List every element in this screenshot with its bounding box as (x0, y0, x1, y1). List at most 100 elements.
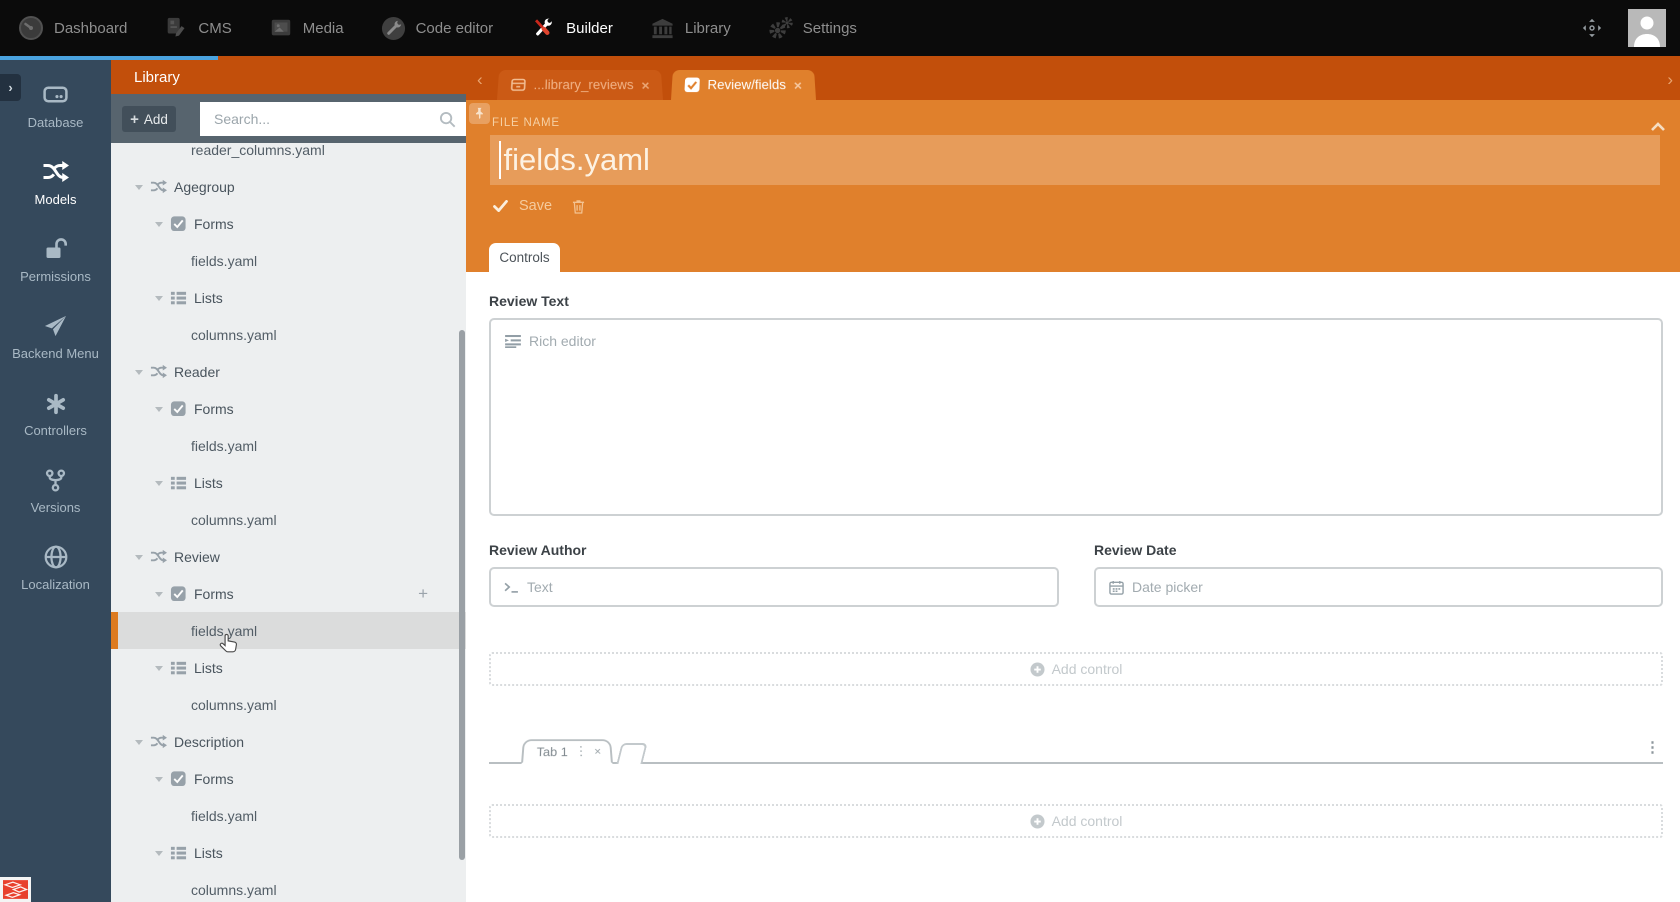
tree-node-lists[interactable]: Lists (111, 649, 466, 686)
tree-node-lists[interactable]: Lists (111, 279, 466, 316)
close-tab-icon[interactable]: × (794, 77, 803, 92)
close-tab-icon[interactable]: × (641, 77, 650, 92)
review-author-field[interactable]: Text (489, 567, 1059, 607)
nav-item-media[interactable]: Media (269, 16, 344, 40)
sidebar-expand-button[interactable]: › (0, 74, 21, 101)
tree-file-columns-yaml[interactable]: columns.yaml (111, 871, 466, 902)
tree-file-fields-yaml[interactable]: fields.yaml (111, 797, 466, 834)
caret-down-icon[interactable] (155, 407, 163, 416)
save-button[interactable]: Save (519, 198, 552, 214)
library-panel-title: Library (111, 60, 466, 94)
review-date-field[interactable]: Date picker (1094, 567, 1663, 607)
text-caret (499, 141, 501, 179)
sidebar-item-versions[interactable]: Versions (0, 465, 111, 542)
caret-down-icon[interactable] (155, 592, 163, 601)
checkbox-icon (685, 78, 700, 93)
pin-icon[interactable] (469, 103, 490, 124)
avatar[interactable] (1628, 9, 1666, 47)
database-icon (42, 80, 69, 108)
form-tabs-strip: Tab 1 ⋮ × ⋮ (489, 736, 1663, 764)
lock-icon (43, 234, 69, 262)
tree-file-columns-yaml[interactable]: columns.yaml (111, 686, 466, 723)
tree-node-forms[interactable]: Forms (111, 760, 466, 797)
sidebar-item-localization[interactable]: Localization (0, 542, 111, 619)
editor-tab-review-fields[interactable]: Review/fields × (671, 70, 816, 100)
tree-node-forms[interactable]: Forms (111, 205, 466, 242)
add-file-icon[interactable]: + (418, 584, 428, 604)
caret-down-icon[interactable] (135, 555, 143, 564)
close-form-tab-icon[interactable]: × (594, 745, 602, 758)
caret-down-icon[interactable] (135, 185, 143, 194)
nav-item-settings[interactable]: Settings (768, 16, 857, 41)
tree-node-description[interactable]: Description (111, 723, 466, 760)
builder-icon (530, 15, 556, 41)
caret-down-icon[interactable] (155, 666, 163, 675)
save-row: Save (493, 198, 585, 214)
cms-icon (164, 16, 188, 40)
caret-down-icon[interactable] (135, 740, 143, 749)
tree-node-lists[interactable]: Lists (111, 464, 466, 501)
model-icon (150, 363, 167, 380)
tab-options-icon[interactable]: ⋮ (1645, 738, 1660, 756)
tree-file-columns-yaml[interactable]: columns.yaml (111, 501, 466, 538)
caret-down-icon[interactable] (155, 222, 163, 231)
model-icon (150, 548, 167, 565)
drag-handle-icon[interactable]: ⋮ (575, 744, 588, 759)
sidebar-item-controllers[interactable]: Controllers (0, 388, 111, 465)
tree-file-fields-yaml[interactable]: fields.yaml (111, 427, 466, 464)
caret-down-icon[interactable] (155, 851, 163, 860)
move-icon[interactable] (1582, 18, 1602, 38)
caret-down-icon[interactable] (155, 296, 163, 305)
caret-down-icon[interactable] (135, 370, 143, 379)
review-text-field[interactable]: Rich editor (489, 318, 1663, 516)
library-icon (650, 16, 675, 41)
sidebar-item-models[interactable]: Models (0, 157, 111, 234)
sidebar-item-permissions[interactable]: Permissions (0, 234, 111, 311)
add-control-button[interactable]: Add control (489, 652, 1663, 686)
nav-right-area (1582, 9, 1680, 47)
globe-icon (43, 542, 69, 570)
add-control-button-2[interactable]: Add control (489, 804, 1663, 838)
editor-tabstrip: ‹ ...library_reviews × Review/fields × › (466, 60, 1680, 100)
tree-node-agegroup[interactable]: Agegroup (111, 168, 466, 205)
tree-file-columns-yaml[interactable]: columns.yaml (111, 316, 466, 353)
field-label-review-date: Review Date (1094, 542, 1663, 558)
calendar-icon (1109, 580, 1124, 595)
tree-file-fields-yaml[interactable]: fields.yaml (111, 612, 466, 649)
tree-node-reader[interactable]: Reader (111, 353, 466, 390)
tree-file-fields-yaml[interactable]: fields.yaml (111, 242, 466, 279)
delete-icon[interactable] (572, 199, 585, 214)
tab-scroll-right-icon[interactable]: › (1667, 70, 1673, 90)
main-sidebar: › Database Models Permissions Backend Me… (0, 60, 111, 902)
nav-item-dashboard[interactable]: Dashboard (18, 15, 127, 41)
nav-item-cms[interactable]: CMS (164, 16, 231, 40)
tree-node-review[interactable]: Review (111, 538, 466, 575)
tab-scroll-left-icon[interactable]: ‹ (477, 70, 483, 90)
sidebar-item-backend-menu[interactable]: Backend Menu (0, 311, 111, 388)
dashboard-icon (18, 15, 44, 41)
search-input[interactable] (214, 111, 439, 127)
caret-down-icon[interactable] (155, 777, 163, 786)
tree-node-forms[interactable]: Forms + (111, 575, 466, 612)
add-button[interactable]: + Add (122, 106, 176, 132)
library-tree: reader_columns.yaml Agegroup Forms field… (111, 131, 466, 902)
lists-icon (170, 659, 187, 676)
editor-tab-library-reviews[interactable]: ...library_reviews × (497, 70, 663, 100)
forms-icon (170, 400, 187, 417)
form-tab-1[interactable]: Tab 1 ⋮ × (521, 739, 613, 764)
caret-down-icon[interactable] (155, 481, 163, 490)
tree-scrollbar[interactable] (459, 330, 465, 860)
tab-controls[interactable]: Controls (489, 243, 560, 272)
model-icon (150, 733, 167, 750)
tree-node-forms[interactable]: Forms (111, 390, 466, 427)
file-name-input[interactable]: fields.yaml (490, 135, 1660, 185)
new-form-tab-button[interactable] (616, 743, 647, 764)
nav-item-builder[interactable]: Builder (530, 15, 613, 41)
asterisk-icon (44, 388, 68, 416)
search-box (200, 102, 466, 136)
nav-item-code-editor[interactable]: Code editor (381, 16, 494, 41)
collapse-panel-icon[interactable] (1650, 122, 1666, 132)
file-name-label: FILE NAME (492, 117, 560, 129)
nav-item-library[interactable]: Library (650, 16, 731, 41)
tree-node-lists[interactable]: Lists (111, 834, 466, 871)
